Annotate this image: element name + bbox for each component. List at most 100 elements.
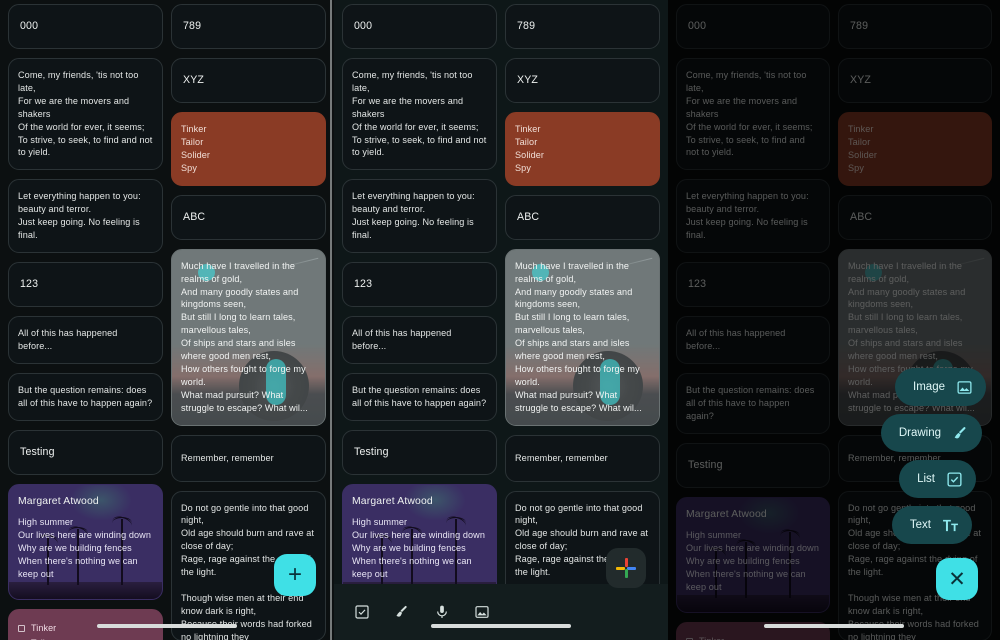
panel-toolbar-open: 000 Come, my friends, 'tis not too late,… xyxy=(334,0,668,640)
close-speed-dial-fab[interactable]: ✕ xyxy=(936,558,978,600)
note-card[interactable]: Margaret Atwood High summer Our lives he… xyxy=(8,483,163,600)
gesture-bar xyxy=(431,624,571,628)
checkbox-icon[interactable] xyxy=(354,604,370,620)
note-body: Come, my friends, 'tis not too late, For… xyxy=(686,70,813,158)
speed-dial-item-drawing[interactable]: Drawing xyxy=(880,414,982,452)
note-title: 000 xyxy=(688,20,707,32)
note-card[interactable]: All of this has happened before... xyxy=(8,316,163,364)
gesture-bar xyxy=(764,624,904,628)
note-title: ABC xyxy=(183,210,206,223)
note-card[interactable]: 789 xyxy=(171,4,326,50)
note-card[interactable]: 000 xyxy=(8,4,163,50)
note-title: 000 xyxy=(354,20,373,32)
note-card[interactable]: ABC xyxy=(505,194,660,240)
note-card[interactable]: All of this has happened before... xyxy=(342,316,497,364)
image-icon[interactable] xyxy=(474,604,490,620)
checkbox-icon xyxy=(946,471,963,488)
note-body: All of this has happened before... xyxy=(686,328,786,351)
note-card[interactable]: Come, my friends, 'tis not too late, For… xyxy=(342,58,497,171)
note-card[interactable]: Remember, remember xyxy=(505,434,660,482)
note-column-left: 000 Come, my friends, 'tis not too late,… xyxy=(676,4,830,640)
scrollbar[interactable] xyxy=(330,0,332,640)
note-card-selected[interactable]: Much have I travelled in the realms of g… xyxy=(505,248,660,426)
checkbox-icon[interactable] xyxy=(18,624,25,632)
note-card[interactable]: 123 xyxy=(342,262,497,308)
note-card[interactable]: 789 xyxy=(838,4,992,50)
note-card[interactable]: Tinker Tailor Solider Spy xyxy=(171,112,326,186)
note-card[interactable]: Testing xyxy=(8,429,163,475)
note-title: 123 xyxy=(688,278,707,290)
note-body: But the question remains: does all of th… xyxy=(18,384,153,408)
note-body: But the question remains: does all of th… xyxy=(686,384,815,421)
text-format-icon xyxy=(942,517,959,534)
note-card[interactable]: ABC xyxy=(838,194,992,240)
note-body: Much have I travelled in the realms of g… xyxy=(181,260,308,413)
note-card[interactable]: 000 xyxy=(676,4,830,50)
note-card[interactable]: XYZ xyxy=(838,58,992,104)
note-card[interactable]: Come, my friends, 'tis not too late, For… xyxy=(8,58,163,171)
create-note-fab[interactable] xyxy=(606,548,646,588)
note-card[interactable]: 789 xyxy=(505,4,660,50)
speed-dial-item-text[interactable]: Text xyxy=(891,506,972,544)
speed-dial-label: Image xyxy=(913,381,945,393)
note-card[interactable]: Testing xyxy=(676,442,830,488)
note-card[interactable]: ABC xyxy=(171,194,326,240)
note-card[interactable]: 123 xyxy=(676,262,830,308)
note-title: XYZ xyxy=(183,74,205,87)
note-grid: 000 Come, my friends, 'tis not too late,… xyxy=(334,0,668,640)
note-card[interactable]: Margaret Atwood High summer Our lives he… xyxy=(676,496,830,613)
checklist-item[interactable]: Tinker xyxy=(686,635,820,640)
speed-dial-item-list[interactable]: List xyxy=(899,460,976,498)
microphone-icon[interactable] xyxy=(434,604,450,620)
note-body: Come, my friends, 'tis not too late, For… xyxy=(18,70,153,158)
note-card-selected[interactable]: Much have I travelled in the realms of g… xyxy=(171,248,326,426)
note-card[interactable]: Testing xyxy=(342,429,497,475)
note-title: 789 xyxy=(850,20,869,32)
note-card[interactable]: Remember, remember xyxy=(171,434,326,482)
gesture-bar xyxy=(97,624,237,628)
note-card[interactable]: XYZ xyxy=(505,58,660,104)
brush-icon[interactable] xyxy=(394,604,410,620)
note-body: Tinker Tailor Solider Spy xyxy=(181,124,211,173)
note-body: Tinker Tailor Solider Spy xyxy=(848,124,878,173)
note-card[interactable]: But the question remains: does all of th… xyxy=(342,372,497,421)
note-title: Margaret Atwood xyxy=(352,495,433,507)
panel-collapsed-fab: 000 Come, my friends, 'tis not too late,… xyxy=(0,0,334,640)
note-body: Come, my friends, 'tis not too late, For… xyxy=(352,70,487,158)
note-body: But the question remains: does all of th… xyxy=(352,384,487,408)
note-card[interactable]: Let everything happen to you: beauty and… xyxy=(676,179,830,253)
panel-speed-dial-open: 000 Come, my friends, 'tis not too late,… xyxy=(668,0,1000,640)
speed-dial-menu: Image Drawing List Text xyxy=(880,368,986,544)
note-body: All of this has happened before... xyxy=(352,328,452,351)
note-card[interactable]: Margaret Atwood High summer Our lives he… xyxy=(342,483,497,600)
checklist-label: Tinker xyxy=(699,635,724,640)
note-card[interactable]: 123 xyxy=(8,262,163,308)
note-title: ABC xyxy=(850,210,873,223)
note-grid: 000 Come, my friends, 'tis not too late,… xyxy=(668,0,1000,640)
speed-dial-item-image[interactable]: Image xyxy=(895,368,986,406)
note-card[interactable]: XYZ xyxy=(171,58,326,104)
note-card[interactable]: Come, my friends, 'tis not too late, For… xyxy=(676,58,830,171)
note-title: 000 xyxy=(20,20,39,32)
note-title: 789 xyxy=(517,20,536,32)
note-card[interactable]: But the question remains: does all of th… xyxy=(676,372,830,434)
note-card[interactable]: Let everything happen to you: beauty and… xyxy=(342,179,497,253)
screenshot-root: 000 Come, my friends, 'tis not too late,… xyxy=(0,0,1000,640)
note-card[interactable]: All of this has happened before... xyxy=(676,316,830,364)
note-card[interactable]: 000 xyxy=(342,4,497,50)
speed-dial-label: Text xyxy=(909,519,931,531)
close-icon: ✕ xyxy=(948,567,966,591)
note-card[interactable]: Let everything happen to you: beauty and… xyxy=(8,179,163,253)
note-card[interactable]: Tinker Tailor Solider Spy xyxy=(505,112,660,186)
note-column-right: 789 XYZ Tinker Tailor Solider Spy ABC Mu… xyxy=(171,4,326,640)
create-note-fab[interactable]: + xyxy=(274,554,316,596)
note-title: Margaret Atwood xyxy=(686,508,767,520)
note-title: XYZ xyxy=(517,74,539,87)
speed-dial-label: List xyxy=(917,473,935,485)
google-plus-icon xyxy=(616,558,636,578)
note-title: Testing xyxy=(688,458,723,471)
note-card[interactable]: But the question remains: does all of th… xyxy=(8,372,163,421)
note-card[interactable]: Tinker Tailor Solider Spy xyxy=(838,112,992,186)
note-column-right: 789 XYZ Tinker Tailor Solider Spy ABC Mu… xyxy=(505,4,660,640)
image-icon xyxy=(956,379,973,396)
